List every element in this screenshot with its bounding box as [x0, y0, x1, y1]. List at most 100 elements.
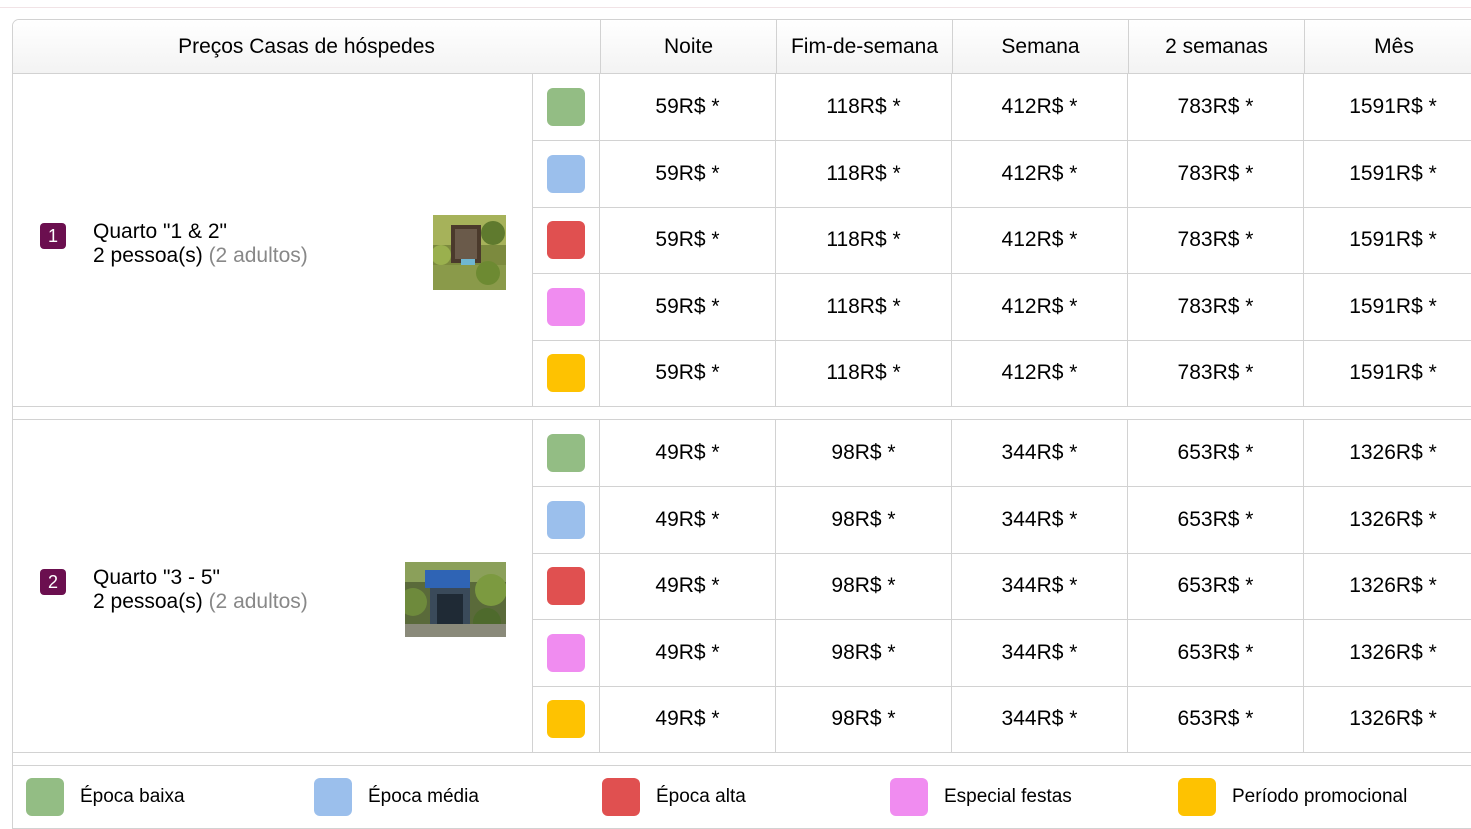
room-block: 1 Quarto "1 & 2" 2 pessoa(s) (2 adultos)…: [13, 74, 1471, 408]
price-month: 1326R$ *: [1304, 553, 1471, 619]
season-swatch-cell: [533, 340, 600, 408]
room-block: 2 Quarto "3 - 5" 2 pessoa(s) (2 adultos)…: [13, 420, 1471, 754]
price-week: 344R$ *: [952, 686, 1128, 754]
room-info: 1 Quarto "1 & 2" 2 pessoa(s) (2 adultos): [13, 74, 533, 406]
price-two-weeks: 783R$ *: [1128, 74, 1304, 140]
room-separator: [13, 753, 1471, 766]
room-capacity: 2 pessoa(s) (2 adultos): [93, 244, 308, 268]
price-weekend: 98R$ *: [776, 619, 952, 686]
price-weekend: 98R$ *: [776, 486, 952, 553]
price-week: 344R$ *: [952, 619, 1128, 686]
price-row: 59R$ * 118R$ * 412R$ * 783R$ * 1591R$ *: [533, 273, 1471, 341]
price-night: 49R$ *: [600, 420, 776, 486]
price-month: 1326R$ *: [1304, 487, 1471, 553]
price-row: 59R$ * 118R$ * 412R$ * 783R$ * 1591R$ *: [533, 74, 1471, 141]
price-two-weeks: 653R$ *: [1128, 420, 1304, 486]
price-weekend: 98R$ *: [776, 420, 952, 486]
price-row: 49R$ * 98R$ * 344R$ * 653R$ * 1326R$ *: [533, 486, 1471, 554]
col-header-month: Mês: [1304, 20, 1471, 74]
price-night: 59R$ *: [600, 207, 776, 274]
price-night: 59R$ *: [600, 74, 776, 140]
room-capacity: 2 pessoa(s) (2 adultos): [93, 590, 308, 614]
room-people-detail: (2 adultos): [208, 244, 308, 267]
season-swatch: [547, 633, 585, 672]
price-weekend: 118R$ *: [776, 273, 952, 340]
price-night: 49R$ *: [600, 686, 776, 754]
price-week: 344R$ *: [952, 486, 1128, 553]
price-week: 412R$ *: [952, 74, 1128, 140]
table-title: Preços Casas de hóspedes: [178, 35, 435, 58]
season-swatch: [547, 700, 585, 739]
price-two-weeks: 653R$ *: [1128, 486, 1304, 553]
room-number-badge: 1: [40, 223, 66, 249]
legend-label: Época alta: [656, 786, 746, 807]
season-legend: Época baixa Época média Época alta Espec…: [13, 766, 1471, 828]
legend-swatch: [602, 778, 640, 816]
room-info: 2 Quarto "3 - 5" 2 pessoa(s) (2 adultos): [13, 420, 533, 752]
room-name[interactable]: Quarto "3 - 5": [93, 566, 220, 590]
season-swatch-cell: [533, 420, 600, 486]
season-swatch-cell: [533, 553, 600, 620]
room-separator: [13, 407, 1471, 420]
price-month: 1591R$ *: [1304, 207, 1471, 273]
season-swatch: [547, 287, 585, 326]
price-weekend: 98R$ *: [776, 686, 952, 754]
price-two-weeks: 653R$ *: [1128, 619, 1304, 686]
legend-swatch: [26, 778, 64, 816]
season-swatch-cell: [533, 686, 600, 754]
season-swatch: [547, 434, 585, 472]
price-row: 49R$ * 98R$ * 344R$ * 653R$ * 1326R$ *: [533, 420, 1471, 487]
season-swatch: [547, 154, 585, 193]
season-swatch-cell: [533, 486, 600, 553]
legend-label: Especial festas: [944, 786, 1072, 807]
room-photo-image: [405, 562, 506, 637]
price-weekend: 118R$ *: [776, 207, 952, 274]
season-swatch-cell: [533, 74, 600, 140]
col-header-two-weeks: 2 semanas: [1128, 20, 1304, 74]
price-month: 1591R$ *: [1304, 141, 1471, 207]
price-weekend: 98R$ *: [776, 553, 952, 620]
price-two-weeks: 653R$ *: [1128, 553, 1304, 620]
price-two-weeks: 783R$ *: [1128, 273, 1304, 340]
season-swatch: [547, 354, 585, 393]
price-two-weeks: 783R$ *: [1128, 340, 1304, 408]
room-number-badge: 2: [40, 569, 66, 595]
price-row: 49R$ * 98R$ * 344R$ * 653R$ * 1326R$ *: [533, 619, 1471, 687]
price-night: 59R$ *: [600, 273, 776, 340]
price-month: 1591R$ *: [1304, 74, 1471, 140]
price-weekend: 118R$ *: [776, 340, 952, 408]
price-night: 59R$ *: [600, 140, 776, 207]
price-weekend: 118R$ *: [776, 140, 952, 207]
price-two-weeks: 653R$ *: [1128, 686, 1304, 754]
legend-label: Período promocional: [1232, 786, 1408, 807]
room-people: 2 pessoa(s): [93, 244, 203, 267]
price-row: 59R$ * 118R$ * 412R$ * 783R$ * 1591R$ *: [533, 340, 1471, 408]
price-month: 1591R$ *: [1304, 274, 1471, 340]
table-header: Preços Casas de hóspedes Noite Fim-de-se…: [13, 20, 1471, 74]
season-swatch: [547, 567, 585, 606]
season-swatch: [547, 500, 585, 539]
season-swatch-cell: [533, 619, 600, 686]
room-people: 2 pessoa(s): [93, 590, 203, 613]
room-photo-image: [433, 215, 506, 290]
room-photo[interactable]: [433, 215, 506, 290]
price-week: 344R$ *: [952, 553, 1128, 620]
season-swatch: [547, 221, 585, 260]
price-two-weeks: 783R$ *: [1128, 140, 1304, 207]
price-night: 49R$ *: [600, 553, 776, 620]
legend-swatch: [890, 778, 928, 816]
price-week: 412R$ *: [952, 207, 1128, 274]
price-month: 1326R$ *: [1304, 686, 1471, 753]
legend-swatch: [314, 778, 352, 816]
season-swatch-cell: [533, 207, 600, 274]
price-month: 1591R$ *: [1304, 340, 1471, 407]
price-week: 344R$ *: [952, 420, 1128, 486]
room-photo[interactable]: [405, 562, 506, 637]
price-night: 59R$ *: [600, 340, 776, 408]
room-name[interactable]: Quarto "1 & 2": [93, 220, 227, 244]
price-week: 412R$ *: [952, 340, 1128, 408]
price-row: 59R$ * 118R$ * 412R$ * 783R$ * 1591R$ *: [533, 140, 1471, 208]
price-row: 59R$ * 118R$ * 412R$ * 783R$ * 1591R$ *: [533, 207, 1471, 275]
legend-label: Época média: [368, 786, 479, 807]
season-swatch-cell: [533, 140, 600, 207]
